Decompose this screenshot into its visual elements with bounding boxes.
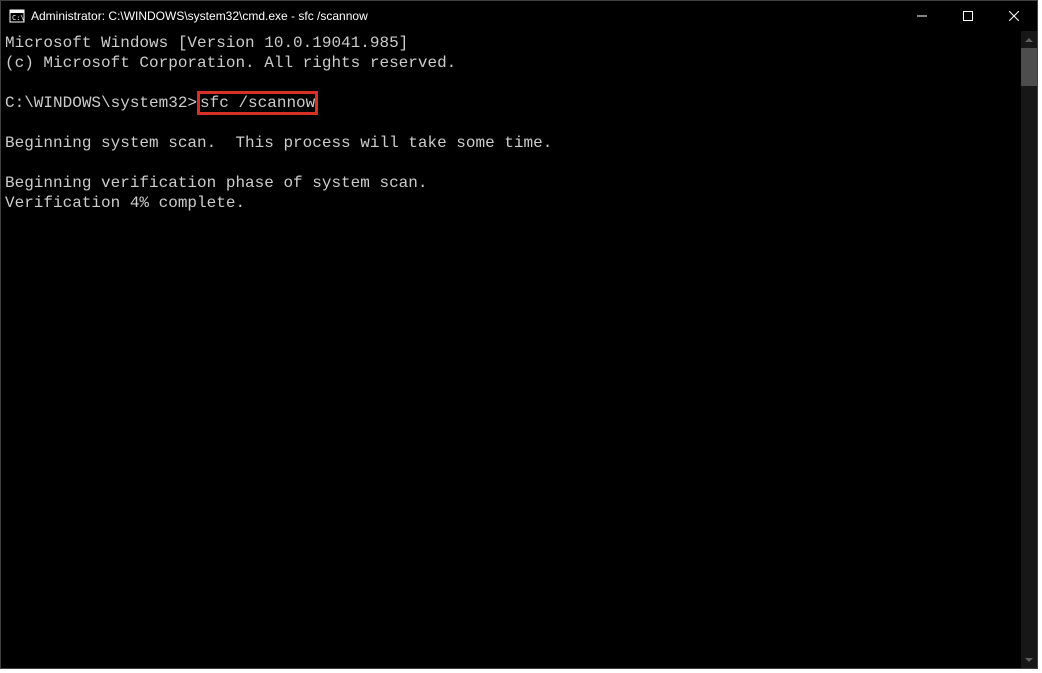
prompt: C:\WINDOWS\system32> (5, 94, 197, 112)
titlebar-left: C:\ Administrator: C:\WINDOWS\system32\c… (1, 8, 368, 24)
prompt-line: C:\WINDOWS\system32>sfc /scannow (5, 91, 318, 115)
output-line: Beginning system scan. This process will… (5, 134, 552, 152)
command-text: sfc /scannow (197, 91, 318, 115)
output-line: (c) Microsoft Corporation. All rights re… (5, 54, 456, 72)
terminal-output[interactable]: Microsoft Windows [Version 10.0.19041.98… (1, 31, 1021, 668)
window-title: Administrator: C:\WINDOWS\system32\cmd.e… (31, 9, 368, 23)
output-line: Microsoft Windows [Version 10.0.19041.98… (5, 34, 408, 52)
vertical-scrollbar[interactable] (1021, 31, 1037, 668)
scroll-track[interactable] (1021, 48, 1037, 651)
scroll-down-arrow[interactable] (1021, 651, 1037, 668)
maximize-button[interactable] (945, 1, 991, 31)
cmd-window: C:\ Administrator: C:\WINDOWS\system32\c… (0, 0, 1038, 669)
content-area: Microsoft Windows [Version 10.0.19041.98… (1, 31, 1037, 668)
window-controls (899, 1, 1037, 31)
minimize-button[interactable] (899, 1, 945, 31)
scroll-up-arrow[interactable] (1021, 31, 1037, 48)
scroll-thumb[interactable] (1021, 48, 1037, 86)
window-titlebar[interactable]: C:\ Administrator: C:\WINDOWS\system32\c… (1, 1, 1037, 31)
output-line: Beginning verification phase of system s… (5, 174, 427, 192)
output-line: Verification 4% complete. (5, 194, 245, 212)
svg-text:C:\: C:\ (12, 14, 25, 22)
cmd-icon: C:\ (9, 8, 25, 24)
close-button[interactable] (991, 1, 1037, 31)
